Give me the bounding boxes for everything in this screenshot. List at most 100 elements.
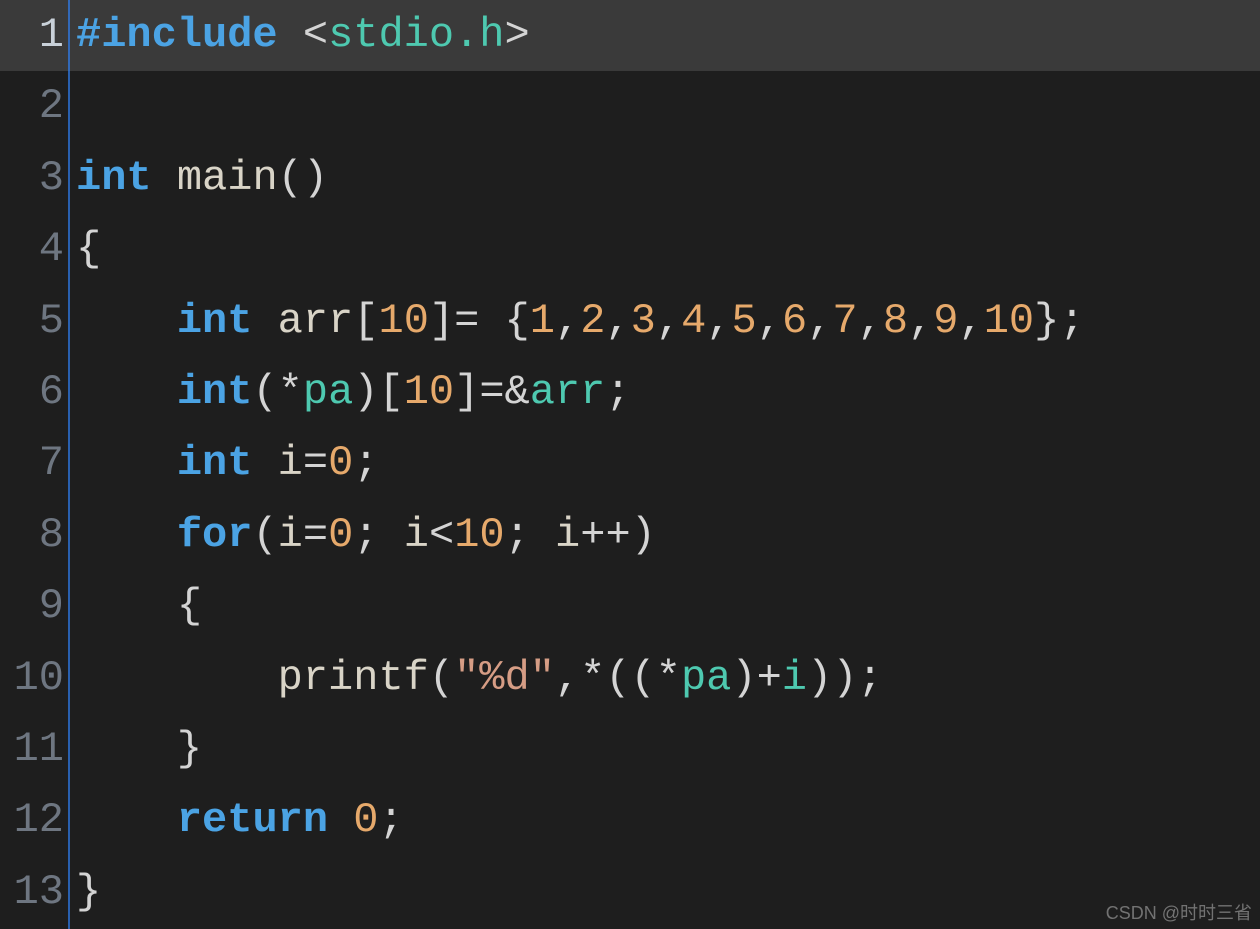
- token-num: 3: [631, 297, 656, 345]
- code-line[interactable]: 7 int i=0;: [0, 428, 1260, 499]
- token-punc: ]=&: [454, 368, 530, 416]
- token-punc: ,: [706, 297, 731, 345]
- token-punc: ++): [580, 511, 656, 559]
- code-content[interactable]: int(*pa)[10]=&arr;: [64, 357, 631, 428]
- token-punc: {: [76, 225, 101, 273]
- token-num: 9: [933, 297, 958, 345]
- token-num: 8: [883, 297, 908, 345]
- token-id: i: [555, 511, 580, 559]
- token-punc: ;: [505, 511, 555, 559]
- line-number: 1: [0, 0, 64, 71]
- code-content[interactable]: return 0;: [64, 785, 404, 856]
- token-var: i: [782, 654, 807, 702]
- token-punc: ,: [958, 297, 983, 345]
- line-number: 6: [0, 357, 64, 428]
- code-line[interactable]: 4{: [0, 214, 1260, 285]
- code-line[interactable]: 1#include <stdio.h>: [0, 0, 1260, 71]
- token-str: "%d": [454, 654, 555, 702]
- token-num: 1: [530, 297, 555, 345]
- token-punc: ,: [605, 297, 630, 345]
- code-line[interactable]: 12 return 0;: [0, 785, 1260, 856]
- token-num: 5: [732, 297, 757, 345]
- token-punc: ]= {: [429, 297, 530, 345]
- token-punc: [76, 297, 177, 345]
- token-punc: (*: [252, 368, 302, 416]
- line-number: 11: [0, 714, 64, 785]
- token-punc: [252, 439, 277, 487]
- token-punc: [76, 368, 177, 416]
- token-var: arr: [530, 368, 606, 416]
- code-line[interactable]: 2: [0, 71, 1260, 142]
- token-fn: printf: [278, 654, 429, 702]
- token-punc: ,: [757, 297, 782, 345]
- token-num: 4: [681, 297, 706, 345]
- token-punc: ;: [353, 439, 378, 487]
- code-editor[interactable]: 1#include <stdio.h>23int main()4{5 int a…: [0, 0, 1260, 929]
- token-var: pa: [303, 368, 353, 416]
- line-number: 3: [0, 143, 64, 214]
- token-punc: (): [278, 154, 328, 202]
- token-num: 10: [404, 368, 454, 416]
- token-kw: int: [177, 368, 253, 416]
- token-id: i: [278, 439, 303, 487]
- code-line[interactable]: 10 printf("%d",*((*pa)+i));: [0, 643, 1260, 714]
- token-punc: >: [505, 11, 530, 59]
- code-content[interactable]: int main(): [64, 143, 328, 214]
- token-num: 0: [328, 439, 353, 487]
- token-punc: <: [429, 511, 454, 559]
- code-line[interactable]: 6 int(*pa)[10]=&arr;: [0, 357, 1260, 428]
- token-punc: ;: [379, 796, 404, 844]
- code-line[interactable]: 8 for(i=0; i<10; i++): [0, 500, 1260, 571]
- token-id: arr: [278, 297, 354, 345]
- token-num: 10: [984, 297, 1034, 345]
- token-punc: [76, 439, 177, 487]
- code-line[interactable]: 5 int arr[10]= {1,2,3,4,5,6,7,8,9,10};: [0, 286, 1260, 357]
- gutter-divider: [68, 0, 70, 929]
- line-number: 2: [0, 71, 64, 142]
- code-content[interactable]: {: [64, 571, 202, 642]
- token-punc: }: [76, 725, 202, 773]
- code-content[interactable]: int arr[10]= {1,2,3,4,5,6,7,8,9,10};: [64, 286, 1085, 357]
- token-punc: ,: [858, 297, 883, 345]
- code-line[interactable]: 11 }: [0, 714, 1260, 785]
- token-punc: )[: [353, 368, 403, 416]
- line-number: 9: [0, 571, 64, 642]
- token-var: pa: [681, 654, 731, 702]
- code-line[interactable]: 3int main(): [0, 143, 1260, 214]
- code-line[interactable]: 9 {: [0, 571, 1260, 642]
- token-num: 0: [353, 796, 378, 844]
- code-content[interactable]: int i=0;: [64, 428, 379, 499]
- code-line[interactable]: 13}: [0, 857, 1260, 928]
- line-number: 10: [0, 643, 64, 714]
- token-punc: [76, 654, 278, 702]
- line-number: 7: [0, 428, 64, 499]
- line-number: 8: [0, 500, 64, 571]
- code-content[interactable]: for(i=0; i<10; i++): [64, 500, 656, 571]
- code-content[interactable]: #include <stdio.h>: [64, 0, 530, 71]
- token-punc: [76, 796, 177, 844]
- token-punc: [328, 796, 353, 844]
- code-content[interactable]: }: [64, 714, 202, 785]
- line-number: 5: [0, 286, 64, 357]
- token-punc: [152, 154, 177, 202]
- token-punc: ,: [555, 297, 580, 345]
- token-punc: <: [303, 11, 328, 59]
- watermark-text: CSDN @时时三省: [1106, 899, 1252, 925]
- token-punc: ;: [353, 511, 403, 559]
- token-punc: =: [303, 511, 328, 559]
- token-punc: )+: [731, 654, 781, 702]
- token-kw: int: [177, 297, 253, 345]
- token-punc: ,: [807, 297, 832, 345]
- token-punc: [: [353, 297, 378, 345]
- token-punc: [252, 297, 277, 345]
- line-number: 12: [0, 785, 64, 856]
- token-id: i: [278, 511, 303, 559]
- token-punc: {: [76, 582, 202, 630]
- token-num: 10: [379, 297, 429, 345]
- token-punc: ));: [807, 654, 883, 702]
- token-punc: =: [303, 439, 328, 487]
- token-pre: #include: [76, 11, 303, 59]
- token-punc: ,: [656, 297, 681, 345]
- token-fn: main: [177, 154, 278, 202]
- code-content[interactable]: printf("%d",*((*pa)+i));: [64, 643, 883, 714]
